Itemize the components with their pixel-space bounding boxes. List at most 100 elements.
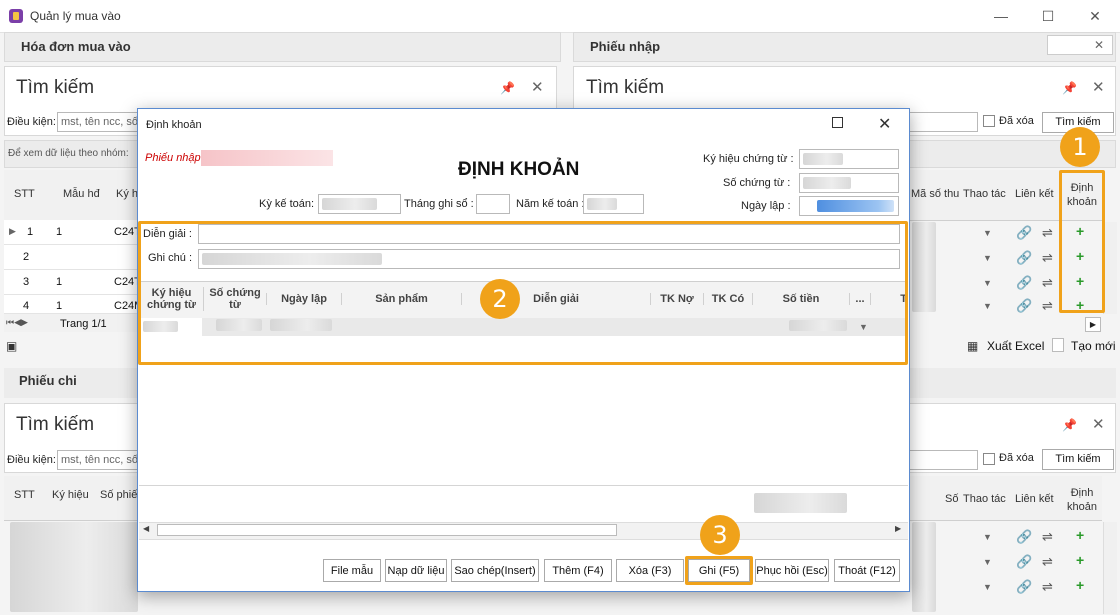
sao-chep-button[interactable]: Sao chép(Insert): [451, 559, 539, 582]
app-icon: [9, 9, 23, 23]
action-dropdown-icon[interactable]: ▼: [983, 253, 992, 263]
blurred-total: [754, 493, 847, 513]
blurred-value: [587, 198, 617, 210]
search-button[interactable]: Tìm kiếm: [1042, 449, 1114, 470]
deleted-label: Đã xóa: [999, 452, 1034, 464]
dialog-heading: ĐỊNH KHOẢN: [458, 159, 580, 180]
them-button[interactable]: Thêm (F4): [544, 559, 612, 582]
col-ky-hieu: Ký h: [116, 188, 139, 200]
unlink-icon[interactable]: ⇌: [1042, 529, 1053, 545]
thoat-button[interactable]: Thoát (F12): [834, 559, 900, 582]
unlink-icon[interactable]: ⇌: [1042, 298, 1053, 314]
link-icon[interactable]: 🔗: [1016, 250, 1032, 266]
dialog-title: Định khoản: [146, 119, 202, 131]
window-title: Quản lý mua vào: [30, 9, 121, 23]
cell-mau: 1: [56, 300, 63, 312]
dialog-close-icon[interactable]: ✕: [878, 114, 891, 134]
nap-du-lieu-button[interactable]: Nạp dữ liệu: [385, 559, 447, 582]
unlink-icon[interactable]: ⇌: [1042, 579, 1053, 595]
pager-nav-icon[interactable]: ⏮◀▶: [6, 317, 28, 328]
col-so-phieu: Số phiế: [100, 489, 138, 501]
link-icon[interactable]: 🔗: [1016, 225, 1032, 241]
highlight-ghi-button: [685, 556, 753, 585]
action-dropdown-icon[interactable]: ▼: [983, 228, 992, 238]
search-close-icon[interactable]: ✕: [1092, 415, 1105, 433]
unlink-icon[interactable]: ⇌: [1042, 275, 1053, 291]
add-entry-icon[interactable]: +: [1076, 527, 1084, 543]
close-icon[interactable]: ✕: [1085, 6, 1105, 26]
receipt-search-input[interactable]: [908, 112, 978, 132]
fullscreen-icon[interactable]: ▣: [6, 339, 17, 353]
deleted-checkbox[interactable]: [983, 453, 995, 465]
action-dropdown-icon[interactable]: ▼: [983, 278, 992, 288]
cell-stt: 2: [23, 251, 30, 263]
condition-label: Điều kiện:: [7, 454, 56, 466]
link-icon[interactable]: 🔗: [1016, 529, 1032, 545]
ngay-lap-input[interactable]: [799, 196, 899, 216]
scroll-right-icon[interactable]: ▶: [1085, 317, 1101, 332]
ky-ke-toan-input[interactable]: [318, 194, 401, 214]
payment-search-input[interactable]: mst, tên ncc, số: [57, 450, 147, 470]
deleted-checkbox[interactable]: [983, 115, 995, 127]
blurred-value: [322, 198, 377, 210]
file-mau-button[interactable]: File mẫu: [323, 559, 381, 582]
ky-hieu-input[interactable]: [799, 149, 899, 169]
export-excel-button[interactable]: Xuất Excel: [987, 339, 1044, 353]
pin-icon[interactable]: 📌: [1062, 418, 1077, 432]
action-dropdown-icon[interactable]: ▼: [983, 582, 992, 592]
footer-divider: [139, 485, 908, 486]
payment-search-title: Tìm kiếm: [16, 414, 95, 435]
step-badge-3: 3: [700, 515, 740, 555]
add-entry-icon[interactable]: +: [1076, 577, 1084, 593]
so-chung-tu-label: Số chứng từ :: [723, 177, 791, 189]
vertical-scrollbar[interactable]: [1103, 222, 1117, 314]
col-stt: STT: [14, 188, 35, 200]
xoa-button[interactable]: Xóa (F3): [616, 559, 684, 582]
payment-search-input-right[interactable]: [908, 450, 978, 470]
thang-ghi-so-label: Tháng ghi sổ :: [404, 198, 474, 210]
pager-text: Trang 1/1: [60, 318, 107, 330]
minimize-icon[interactable]: —: [991, 6, 1011, 26]
link-icon[interactable]: 🔗: [1016, 275, 1032, 291]
unlink-icon[interactable]: ⇌: [1042, 554, 1053, 570]
search-placeholder: mst, tên ncc, số: [61, 116, 139, 128]
vertical-scrollbar[interactable]: [1103, 522, 1117, 614]
cell-mau: 1: [56, 226, 63, 238]
cell-mau: 1: [56, 276, 63, 288]
link-icon[interactable]: 🔗: [1016, 298, 1032, 314]
thang-ghi-so-input[interactable]: [476, 194, 510, 214]
action-dropdown-icon[interactable]: ▼: [983, 557, 992, 567]
window-titlebar: [0, 0, 1120, 33]
search-close-icon[interactable]: ✕: [1092, 78, 1105, 96]
add-entry-icon[interactable]: +: [1076, 552, 1084, 568]
scrollbar-thumb[interactable]: [157, 524, 617, 536]
dialog-maximize-icon[interactable]: [832, 117, 843, 128]
search-close-icon[interactable]: ✕: [531, 78, 544, 96]
col-mau-hd: Mẫu hđ: [63, 188, 100, 200]
maximize-icon[interactable]: ☐: [1038, 6, 1058, 26]
nam-ke-toan-label: Năm kế toán :: [516, 198, 585, 210]
scroll-left-icon[interactable]: ◀: [143, 524, 149, 533]
phuc-hoi-button[interactable]: Phục hồi (Esc): [755, 559, 829, 582]
pin-icon[interactable]: 📌: [1062, 81, 1077, 95]
blurred-payment-rows: [10, 522, 138, 612]
action-dropdown-icon[interactable]: ▼: [983, 301, 992, 311]
nam-ke-toan-input[interactable]: [583, 194, 644, 214]
unlink-icon[interactable]: ⇌: [1042, 250, 1053, 266]
search-placeholder: mst, tên ncc, số: [61, 454, 139, 466]
receipt-search-title: Tìm kiếm: [586, 77, 665, 98]
pin-icon[interactable]: 📌: [500, 81, 515, 95]
link-icon[interactable]: 🔗: [1016, 579, 1032, 595]
invoice-search-input[interactable]: mst, tên ncc, số: [57, 112, 147, 132]
scroll-right-icon[interactable]: ▶: [895, 524, 901, 533]
invoice-panel-header: Hóa đơn mua vào: [4, 32, 561, 62]
panel-close-icon[interactable]: ✕: [1047, 35, 1113, 55]
so-chung-tu-input[interactable]: [799, 173, 899, 193]
new-document-icon[interactable]: [1052, 338, 1064, 352]
excel-icon[interactable]: ▦: [967, 339, 978, 353]
link-icon[interactable]: 🔗: [1016, 554, 1032, 570]
create-new-button[interactable]: Tạo mới: [1071, 339, 1116, 353]
unlink-icon[interactable]: ⇌: [1042, 225, 1053, 241]
deleted-label: Đã xóa: [999, 115, 1034, 127]
action-dropdown-icon[interactable]: ▼: [983, 532, 992, 542]
